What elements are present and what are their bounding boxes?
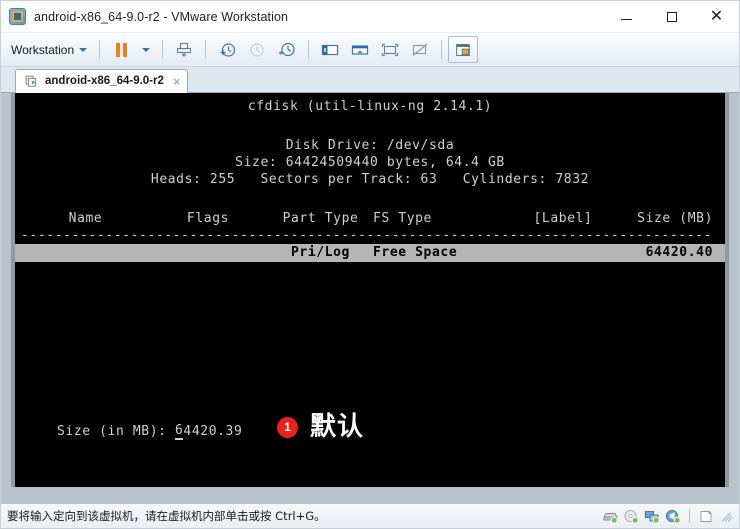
column-header-part-type: Part Type [282,211,359,226]
suspend-pause-button[interactable] [106,36,136,63]
console-view-icon [456,43,470,56]
toolbar-separator [162,40,164,59]
tab-label: android-x86_64-9.0-r2 [45,75,164,87]
cfdisk-size-line: Size: 64424509440 bytes, 64.4 GB [235,155,505,170]
enter-fullscreen-button[interactable] [375,36,405,63]
library-panel-icon [322,44,339,55]
vm-viewport[interactable]: cfdisk (util-linux-ng 2.14.1) Disk Drive… [1,93,739,503]
column-header-flags: Flags [186,211,230,226]
console-view-button[interactable] [448,36,479,63]
window-controls: ✕ [604,1,739,32]
column-header-fs-type: FS Type [373,211,432,226]
annotation-label: 默认 [310,412,365,442]
manage-snapshots-button[interactable] [272,36,302,63]
column-header-size: Size (MB) [637,211,713,226]
show-library-button[interactable] [315,36,345,63]
size-input-prompt[interactable]: Size (in MB): 6 4420.39 [57,423,242,440]
workstation-menu-button[interactable]: Workstation [7,40,93,60]
status-separator [689,509,690,523]
table-divider-dashes: ----------------------------------------… [21,228,712,243]
window-title: android-x86_64-9.0-r2 - VMware Workstati… [34,9,289,24]
snapshot-revert-icon [250,42,264,57]
status-printer-icon[interactable] [698,509,714,524]
cell-label [493,244,633,262]
status-device-icons [602,509,735,524]
unity-mode-icon [412,43,428,56]
close-button[interactable]: ✕ [694,1,739,32]
status-message: 要将输入定向到该虚拟机，请在虚拟机内部单击或按 Ctrl+G。 [7,509,326,523]
cell-fs-type: Free Space [373,245,458,260]
cfdisk-geometry-line: Heads: 255 Sectors per Track: 63 Cylinde… [150,172,590,187]
cfdisk-drive-line: Disk Drive: /dev/sda [285,138,455,153]
status-cddvd-icon[interactable] [623,509,639,524]
status-sound-icon[interactable] [665,509,681,524]
cell-part-type: Pri/Log [291,245,350,260]
toolbar: Workstation [1,33,739,67]
workstation-menu-label: Workstation [11,42,75,57]
chevron-down-icon [79,47,88,52]
close-icon: ✕ [709,7,724,25]
snapshot-manager-icon [279,42,295,56]
vmware-workstation-window: android-x86_64-9.0-r2 - VMware Workstati… [0,0,740,529]
minimize-button[interactable] [604,1,649,32]
keyboard-send-icon [177,42,192,57]
fullscreen-icon [381,43,399,56]
take-snapshot-button[interactable] [212,36,242,63]
table-row[interactable]: Pri/Log Free Space 64420.40 [15,244,725,262]
unity-mode-button[interactable] [405,36,435,63]
cfdisk-console[interactable]: cfdisk (util-linux-ng 2.14.1) Disk Drive… [15,93,725,487]
toolbar-separator [205,40,207,59]
partition-table-header: Name Flags Part Type FS Type [Label] Siz… [15,210,725,227]
viewport-right-border [725,93,729,487]
cfdisk-title: cfdisk (util-linux-ng 2.14.1) [247,99,493,114]
tab-strip: android-x86_64-9.0-r2 × [1,67,739,93]
tab-android-x86-64-9-0-r2[interactable]: android-x86_64-9.0-r2 × [15,69,189,93]
column-header-label: [Label] [533,211,593,226]
status-network-icon[interactable] [644,509,660,524]
cell-flags [148,244,268,262]
thumbnail-bar-icon [352,44,369,55]
status-bar: 要将输入定向到该虚拟机，请在虚拟机内部单击或按 Ctrl+G。 [1,503,739,528]
annotation-badge-1: 1 [277,416,298,438]
power-dropdown-button[interactable] [136,36,156,63]
chevron-down-icon [142,47,151,52]
toolbar-separator [99,40,101,59]
send-ctrl-alt-del-button[interactable] [169,36,199,63]
pause-icon [115,42,127,57]
size-input-cursor: 6 [174,423,184,440]
column-header-name: Name [68,211,103,226]
vmware-vm-icon [9,8,26,25]
size-prompt-label: Size (in MB): [57,424,175,439]
toolbar-separator [441,40,443,59]
cell-name [23,244,148,262]
minimize-icon [621,19,632,20]
size-input-value: 4420.39 [183,424,243,439]
vm-play-icon [25,75,36,87]
maximize-icon [666,11,677,22]
table-divider: ----------------------------------------… [15,227,725,244]
cell-size: 64420.40 [645,245,713,260]
maximize-button[interactable] [649,1,694,32]
title-bar: android-x86_64-9.0-r2 - VMware Workstati… [1,1,739,33]
tab-close-icon[interactable]: × [171,75,181,88]
annotation-group: 1 默认 [277,414,364,440]
status-harddisk-icon[interactable] [602,509,618,524]
snapshot-add-icon [220,42,236,57]
resize-grip[interactable] [721,509,735,523]
show-thumbnails-button[interactable] [345,36,375,63]
revert-snapshot-button[interactable] [242,36,272,63]
toolbar-separator [308,40,310,59]
